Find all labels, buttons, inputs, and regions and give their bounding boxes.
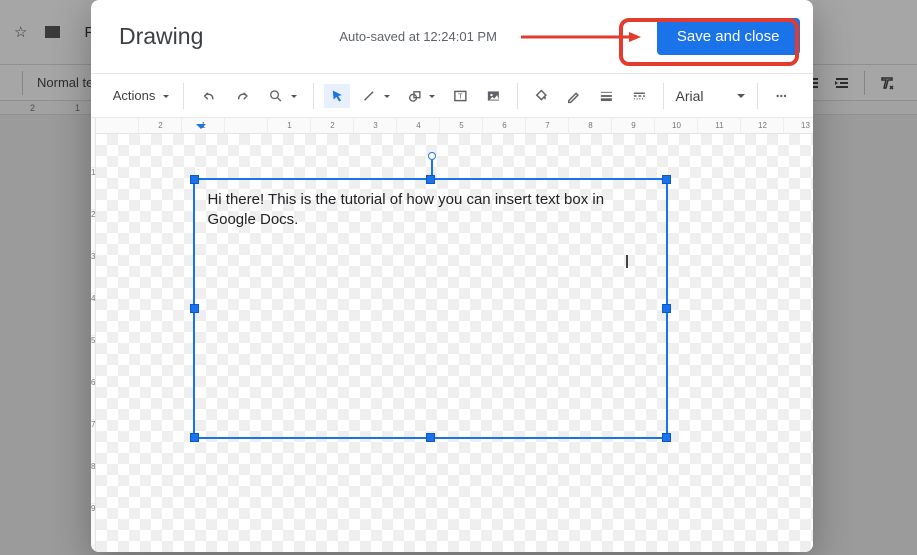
annotation-arrow-icon <box>521 32 641 42</box>
drawing-modal: Drawing Auto-saved at 12:24:01 PM Save a… <box>91 0 813 552</box>
line-tool[interactable] <box>356 84 396 108</box>
canvas-wrap: 123456789 2112345678910111213141516 Hi t… <box>91 117 813 552</box>
horizontal-ruler: 2112345678910111213141516 <box>96 118 813 134</box>
ruler-tick: 8 <box>569 118 612 133</box>
text-cursor-icon: I <box>624 252 634 270</box>
ruler-tick: 4 <box>91 294 95 336</box>
rotation-handle[interactable] <box>428 152 436 160</box>
separator <box>757 83 758 109</box>
more-button[interactable] <box>768 84 795 108</box>
text-box[interactable]: Hi there! This is the tutorial of how yo… <box>193 178 668 439</box>
ruler-tick: 2 <box>311 118 354 133</box>
separator <box>864 71 865 95</box>
ruler-marker-icon <box>196 124 206 134</box>
zoom-button[interactable] <box>263 84 303 108</box>
separator <box>663 83 664 109</box>
textbox-tool[interactable]: T <box>447 84 474 108</box>
ruler-tick: 6 <box>91 378 95 420</box>
separator <box>183 83 184 109</box>
ruler-tick: 6 <box>483 118 526 133</box>
ruler-tick: 5 <box>440 118 483 133</box>
save-close-button[interactable]: Save and close <box>657 18 800 55</box>
ruler-tick: 1 <box>268 118 311 133</box>
resize-handle-tm[interactable] <box>426 175 435 184</box>
resize-handle-tr[interactable] <box>662 175 671 184</box>
modal-header: Drawing Auto-saved at 12:24:01 PM Save a… <box>91 0 813 73</box>
resize-handle-bl[interactable] <box>190 433 199 442</box>
select-tool[interactable] <box>324 84 351 108</box>
folder-icon <box>45 26 60 38</box>
image-tool[interactable] <box>480 84 507 108</box>
ruler-tick: 12 <box>741 118 784 133</box>
ruler-tick: 10 <box>655 118 698 133</box>
font-select[interactable]: Arial <box>674 84 748 108</box>
ruler-tick: 2 <box>139 118 182 133</box>
resize-handle-bm[interactable] <box>426 433 435 442</box>
drawing-toolbar: Actions T <box>91 73 813 117</box>
separator <box>313 83 314 109</box>
ruler-tick: 7 <box>526 118 569 133</box>
resize-handle-mr[interactable] <box>662 304 671 313</box>
resize-handle-br[interactable] <box>662 433 671 442</box>
drawing-canvas[interactable]: Hi there! This is the tutorial of how yo… <box>96 134 813 552</box>
ruler-tick <box>96 118 139 133</box>
ruler-tick: 13 <box>784 118 813 133</box>
resize-handle-tl[interactable] <box>190 175 199 184</box>
ruler-tick: 7 <box>91 420 95 462</box>
actions-menu[interactable]: Actions <box>109 84 173 107</box>
ruler-tick <box>225 118 268 133</box>
ruler-tick: 1 <box>75 103 80 113</box>
resize-handle-ml[interactable] <box>190 304 199 313</box>
modal-title: Drawing <box>119 23 203 50</box>
border-dash-button[interactable] <box>626 84 653 108</box>
ruler-tick: 9 <box>91 504 95 546</box>
ruler-tick: 11 <box>698 118 741 133</box>
border-weight-button[interactable] <box>593 84 620 108</box>
separator <box>22 71 23 95</box>
undo-button[interactable] <box>194 83 223 109</box>
ruler-tick: 8 <box>91 462 95 504</box>
ruler-tick: 2 <box>30 103 35 113</box>
separator <box>517 83 518 109</box>
ruler-tick: 2 <box>91 210 95 252</box>
star-icon: ☆ <box>14 23 27 41</box>
fill-color-button[interactable] <box>528 84 555 108</box>
ruler-tick: 4 <box>397 118 440 133</box>
redo-button[interactable] <box>229 83 258 109</box>
autosave-status: Auto-saved at 12:24:01 PM <box>339 29 497 44</box>
ruler-tick: 5 <box>91 336 95 378</box>
ruler-tick <box>91 126 95 168</box>
ruler-tick: 1 <box>91 168 95 210</box>
indent-increase-icon[interactable] <box>834 75 850 91</box>
shape-tool[interactable] <box>402 84 442 108</box>
ruler-tick: 9 <box>612 118 655 133</box>
clear-format-icon[interactable] <box>879 75 895 91</box>
ruler-tick: 3 <box>354 118 397 133</box>
border-color-button[interactable] <box>560 84 587 108</box>
ruler-tick: 3 <box>91 252 95 294</box>
svg-text:T: T <box>459 91 464 100</box>
text-box-content: Hi there! This is the tutorial of how yo… <box>207 191 604 228</box>
